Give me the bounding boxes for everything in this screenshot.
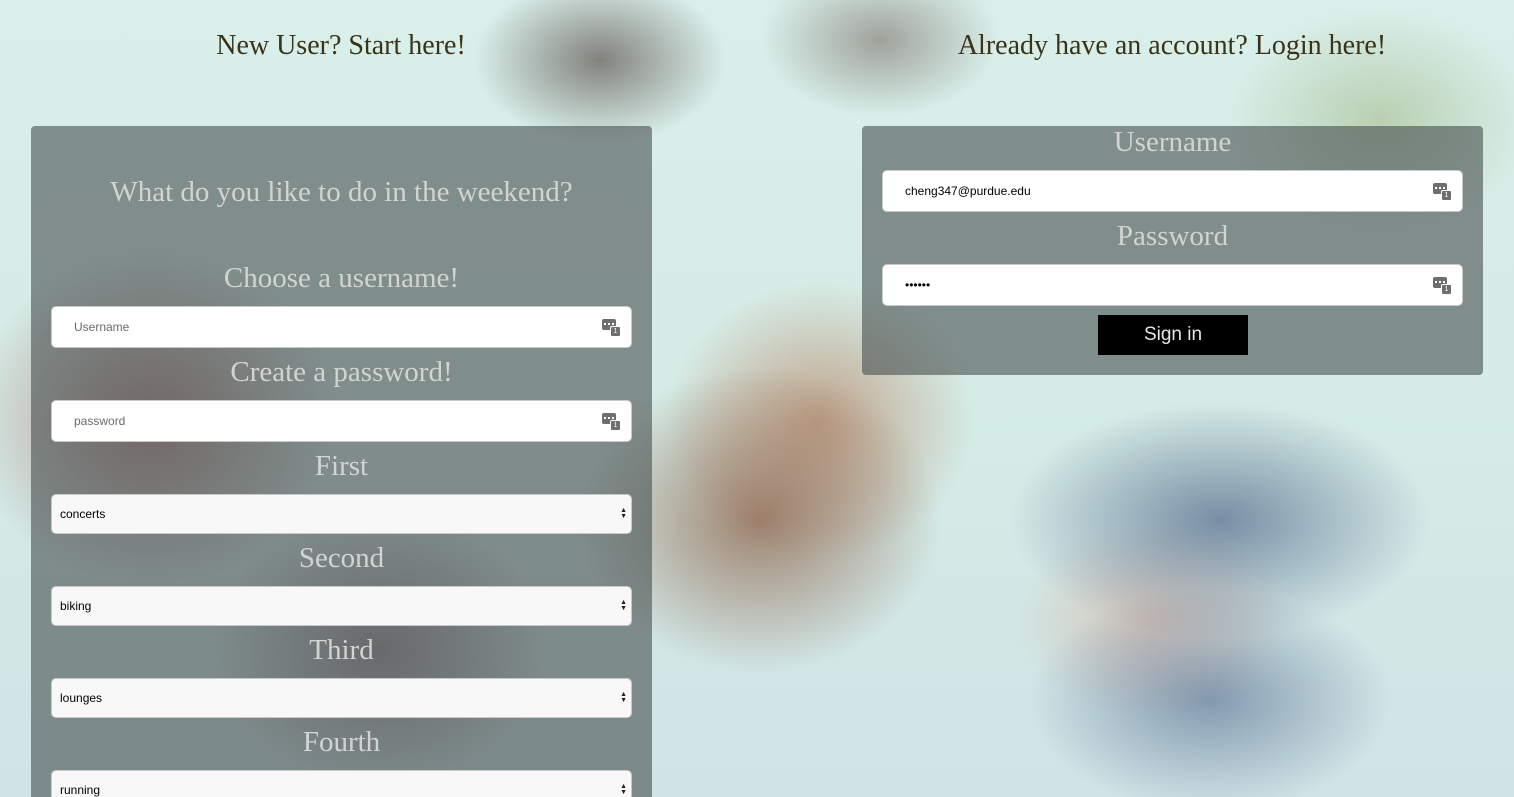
third-choice-select[interactable]: lounges ▲ ▼ [51, 678, 632, 718]
login-username-input[interactable] [903, 170, 1432, 212]
select-arrows-icon: ▲ ▼ [620, 783, 627, 796]
signup-password-input[interactable] [72, 400, 601, 442]
first-choice-label: First [314, 450, 369, 482]
fourth-choice-select[interactable]: running ▲ ▼ [51, 770, 632, 797]
signup-panel: What do you like to do in the weekend? C… [31, 126, 652, 797]
select-arrows-icon: ▲ ▼ [620, 507, 627, 520]
fourth-choice-label: Fourth [302, 726, 381, 758]
key-autofill-icon[interactable]: 1 [1432, 276, 1452, 295]
username-label: Choose a username! [223, 262, 460, 294]
login-password-input[interactable] [903, 264, 1432, 306]
key-autofill-icon[interactable]: 1 [601, 318, 621, 337]
third-choice-label: Third [309, 634, 374, 666]
signup-password-field: 1 [51, 400, 632, 442]
login-username-field: 1 [882, 170, 1463, 212]
select-arrows-icon: ▲ ▼ [620, 691, 627, 704]
first-choice-value: concerts [60, 507, 106, 521]
select-arrows-icon: ▲ ▼ [620, 599, 627, 612]
first-choice-select[interactable]: concerts ▲ ▼ [51, 494, 632, 534]
password-label: Create a password! [230, 356, 453, 388]
login-username-label: Username [1113, 126, 1232, 158]
key-autofill-icon[interactable]: 1 [601, 412, 621, 431]
weekend-question: What do you like to do in the weekend? [110, 176, 573, 208]
third-choice-value: lounges [60, 691, 103, 705]
signup-username-field: 1 [51, 306, 632, 348]
login-password-label: Password [1116, 220, 1229, 252]
sign-in-button[interactable]: Sign in [1098, 315, 1248, 355]
fourth-choice-value: running [60, 783, 101, 797]
second-choice-value: biking [60, 599, 92, 613]
login-panel: Username 1 Password 1 Sign in [862, 126, 1483, 375]
second-choice-select[interactable]: biking ▲ ▼ [51, 586, 632, 626]
login-heading: Already have an account? Login here! [957, 30, 1387, 61]
signup-username-input[interactable] [72, 306, 601, 348]
second-choice-label: Second [298, 542, 385, 574]
key-autofill-icon[interactable]: 1 [1432, 182, 1452, 201]
login-password-field: 1 [882, 264, 1463, 306]
signup-heading: New User? Start here! [216, 30, 466, 61]
